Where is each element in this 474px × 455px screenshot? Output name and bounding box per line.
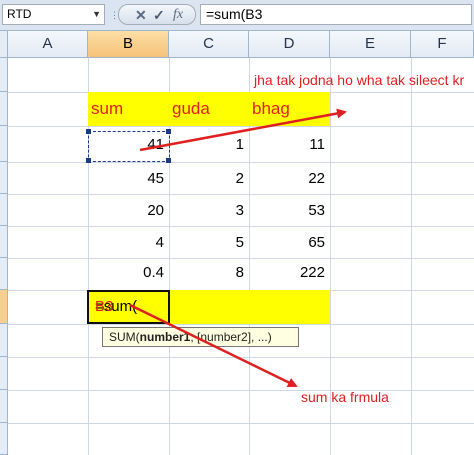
chevron-down-icon[interactable]: ▼: [92, 5, 101, 24]
insert-function-icon[interactable]: fx: [173, 6, 183, 24]
cell-b2[interactable]: sum: [88, 92, 169, 126]
cell-c7[interactable]: 8: [169, 256, 249, 290]
row-header[interactable]: [0, 162, 8, 194]
row-header[interactable]: [0, 258, 8, 290]
column-header-d[interactable]: D: [249, 31, 330, 58]
gridline: [8, 357, 474, 358]
column-header-c[interactable]: C: [169, 31, 249, 58]
cell-b6[interactable]: 4: [88, 226, 169, 260]
cell-c2[interactable]: guda: [169, 92, 249, 126]
row-header[interactable]: [0, 324, 8, 357]
function-tooltip[interactable]: SUM(number1, [number2], ...): [102, 327, 299, 347]
cell-c3[interactable]: 1: [169, 128, 249, 162]
row-header[interactable]: [0, 357, 8, 390]
row-header[interactable]: [0, 194, 8, 226]
active-cell-ref: B3: [95, 298, 114, 315]
column-header-e[interactable]: E: [330, 31, 411, 58]
range-handle[interactable]: [166, 158, 171, 163]
row-header[interactable]: [0, 92, 8, 126]
enter-icon[interactable]: ✓: [153, 6, 165, 24]
formula-input[interactable]: =sum(B3: [200, 4, 472, 25]
cell-d6[interactable]: 65: [249, 226, 330, 260]
annotation-bottom: sum ka frmula: [301, 389, 389, 405]
formula-buttons: ✕ ✓ fx: [118, 4, 196, 25]
row-header-active[interactable]: [0, 290, 8, 324]
range-handle[interactable]: [86, 129, 91, 134]
cell-d7[interactable]: 222: [249, 256, 330, 290]
gridline: [8, 324, 474, 325]
column-header-a[interactable]: A: [8, 31, 88, 58]
row-header[interactable]: [0, 390, 8, 423]
cell-c6[interactable]: 5: [169, 226, 249, 260]
annotation-top: jha tak jodna ho wha tak sileect kr: [254, 72, 465, 88]
tooltip-arg1: number1: [139, 330, 191, 344]
tooltip-rest: , [number2], ...): [190, 330, 272, 344]
gridline: [8, 390, 474, 391]
gridline: [8, 126, 474, 127]
column-header-b[interactable]: B: [88, 31, 169, 58]
cell-b5[interactable]: 20: [88, 194, 169, 228]
cell-d5[interactable]: 53: [249, 194, 330, 228]
cell-c4[interactable]: 2: [169, 162, 249, 196]
gridline: [8, 423, 474, 424]
cell-d4[interactable]: 22: [249, 162, 330, 196]
row-header[interactable]: [0, 226, 8, 258]
cell-d3[interactable]: 11: [249, 128, 330, 162]
cell-d2[interactable]: bhag: [249, 92, 330, 126]
name-box-value: RTD: [7, 7, 32, 21]
select-all-corner[interactable]: [0, 31, 8, 58]
splitter-handle[interactable]: ⋮: [110, 6, 119, 24]
formula-range-selection: [88, 131, 170, 162]
row-header[interactable]: [0, 126, 8, 162]
column-header-f[interactable]: F: [411, 31, 474, 58]
cell-b7[interactable]: 0.4: [88, 256, 169, 290]
row-header[interactable]: [0, 423, 8, 455]
active-cell-b8[interactable]: =sum(B3: [87, 290, 170, 324]
gridline: [411, 58, 412, 455]
name-box[interactable]: RTD ▼: [2, 4, 105, 25]
formula-bar: RTD ▼ ⋮ ✕ ✓ fx =sum(B3: [0, 0, 474, 31]
cancel-icon[interactable]: ✕: [135, 6, 147, 24]
cell-b4[interactable]: 45: [88, 162, 169, 196]
tooltip-fn: SUM(: [109, 330, 140, 344]
row-header[interactable]: [0, 58, 8, 92]
range-handle[interactable]: [166, 129, 171, 134]
cell-c5[interactable]: 3: [169, 194, 249, 228]
range-handle[interactable]: [86, 158, 91, 163]
